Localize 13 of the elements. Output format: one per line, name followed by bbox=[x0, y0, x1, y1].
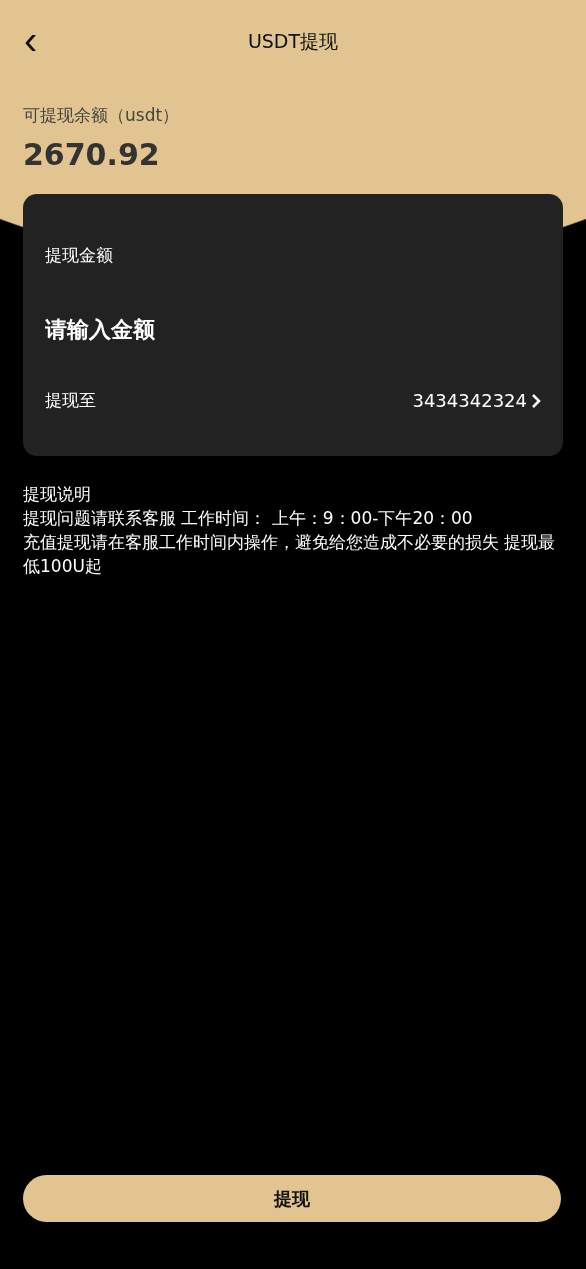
chevron-right-icon bbox=[531, 392, 541, 409]
balance-label: 可提现余额（usdt） bbox=[23, 104, 181, 127]
notes-title: 提现说明 bbox=[23, 483, 92, 506]
page-title: USDT提现 bbox=[247, 29, 339, 54]
notes-text: 充值提现请在客服工作时间内操作，避免给您造成不必要的损失 提现最低100U起 bbox=[23, 531, 557, 578]
back-button[interactable]: ‹ bbox=[18, 22, 44, 58]
notes-text: 提现问题请联系客服 工作时间： 上午：9：00-下午20：00 bbox=[23, 507, 474, 530]
address-selector[interactable]: 3434342324 bbox=[412, 390, 541, 411]
balance-value: 2670.92 bbox=[23, 137, 161, 172]
withdraw-button[interactable]: 提现 bbox=[23, 1175, 561, 1222]
withdraw-to-label: 提现至 bbox=[45, 389, 96, 412]
amount-input-field[interactable]: 请输入金额 bbox=[45, 313, 541, 345]
amount-label: 提现金额 bbox=[45, 244, 114, 267]
